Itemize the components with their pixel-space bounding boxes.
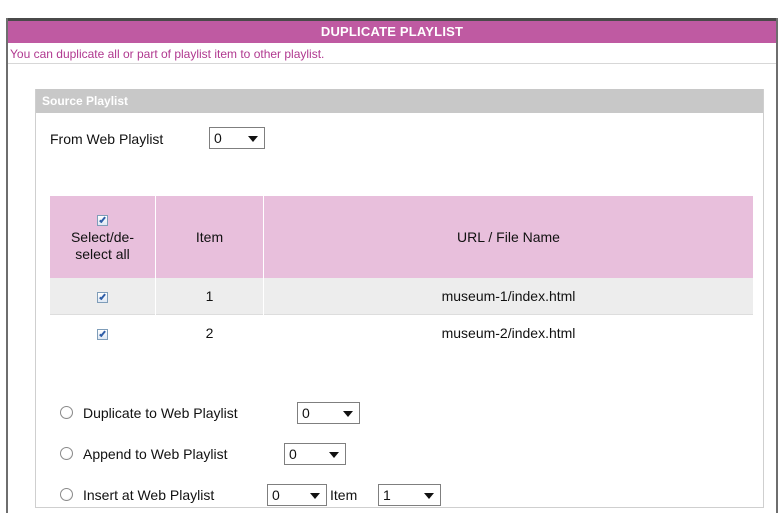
- duplicate-playlist-panel: DUPLICATE PLAYLIST You can duplicate all…: [6, 18, 778, 513]
- row-2-checkbox[interactable]: [97, 328, 108, 340]
- append-playlist-select[interactable]: 0: [284, 443, 346, 465]
- duplicate-label: Duplicate to Web Playlist: [83, 405, 238, 421]
- row-url-cell: museum-1/index.html: [263, 278, 754, 315]
- playlist-items-table: Select/de-select all Item URL / File Nam…: [50, 196, 754, 351]
- from-web-playlist-value: 0: [214, 130, 222, 146]
- row-item-cell: 1: [155, 278, 264, 315]
- select-all-checkbox[interactable]: [97, 214, 108, 226]
- item-column-header: Item: [155, 196, 264, 278]
- insert-playlist-value: 0: [272, 487, 280, 503]
- from-web-playlist-label: From Web Playlist: [50, 131, 164, 147]
- row-url-cell: museum-2/index.html: [263, 314, 754, 351]
- insert-radio[interactable]: [60, 488, 73, 501]
- chevron-down-icon: [248, 136, 258, 142]
- insert-item-select[interactable]: 1: [378, 484, 441, 506]
- table-row: 2 museum-2/index.html: [50, 314, 754, 351]
- insert-item-value: 1: [383, 487, 391, 503]
- append-playlist-value: 0: [289, 446, 297, 462]
- append-label: Append to Web Playlist: [83, 446, 228, 462]
- source-playlist-title: Source Playlist: [36, 89, 763, 113]
- chevron-down-icon: [343, 411, 353, 417]
- row-checkbox-cell: [50, 278, 156, 315]
- insert-item-label: Item: [330, 487, 358, 503]
- select-all-label: Select/de-select all: [70, 229, 135, 262]
- duplicate-playlist-value: 0: [302, 405, 310, 421]
- insert-label: Insert at Web Playlist: [83, 487, 215, 503]
- row-checkbox-cell: [50, 314, 156, 351]
- description-text: You can duplicate all or part of playlis…: [8, 44, 776, 64]
- duplicate-radio[interactable]: [60, 406, 73, 419]
- append-radio[interactable]: [60, 447, 73, 460]
- from-web-playlist-select[interactable]: 0: [209, 127, 265, 149]
- table-row: 1 museum-1/index.html: [50, 278, 754, 315]
- chevron-down-icon: [310, 493, 320, 499]
- panel-header: DUPLICATE PLAYLIST: [8, 21, 776, 43]
- select-all-header: Select/de-select all: [50, 196, 156, 278]
- url-column-header: URL / File Name: [263, 196, 754, 278]
- row-item-cell: 2: [155, 314, 264, 351]
- insert-playlist-select[interactable]: 0: [267, 484, 327, 506]
- source-playlist-box: Source Playlist From Web Playlist 0 Sele…: [35, 89, 764, 508]
- duplicate-playlist-select[interactable]: 0: [297, 402, 360, 424]
- chevron-down-icon: [329, 452, 339, 458]
- chevron-down-icon: [424, 493, 434, 499]
- row-1-checkbox[interactable]: [97, 291, 108, 303]
